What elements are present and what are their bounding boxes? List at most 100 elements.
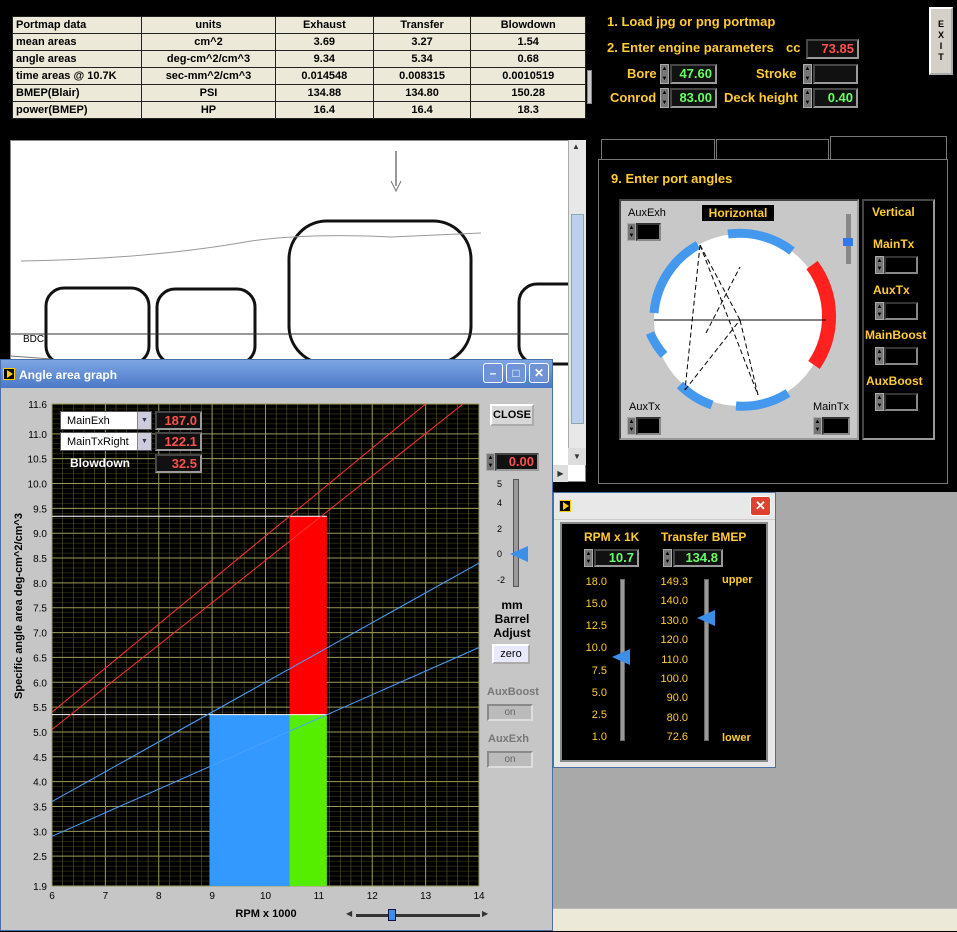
table-cell: 16.4 xyxy=(275,101,374,119)
slider-right-arrow[interactable]: ▶ xyxy=(482,909,492,918)
bottom-slider-track[interactable] xyxy=(356,914,480,917)
v-auxtx-field[interactable] xyxy=(884,302,918,320)
cc-field[interactable]: 73.85 xyxy=(806,39,859,59)
rpm-spinner[interactable]: ▲ ▼ xyxy=(584,549,593,567)
bore-field[interactable]: 47.60 xyxy=(670,64,717,84)
angle-graph-titlebar[interactable]: Angle area graph xyxy=(1,360,552,388)
v-maintx-spinner[interactable]: ▲ ▼ xyxy=(875,256,884,274)
x-tick-label: 14 xyxy=(473,891,485,902)
v-auxboost-field[interactable] xyxy=(884,393,918,411)
scale-tick-label: 7.5 xyxy=(591,664,607,677)
series2-select[interactable]: MainTxRight ▼ xyxy=(60,432,152,451)
auxboost-toggle[interactable]: on xyxy=(487,704,533,721)
stroke-spinner[interactable]: ▲ ▼ xyxy=(803,64,812,84)
conrod-field[interactable]: 83.00 xyxy=(670,88,717,108)
rpm-window-titlebar[interactable]: ✕ xyxy=(554,493,775,520)
table-scrollbar[interactable] xyxy=(587,70,592,104)
maintx-spinner[interactable]: ▲ ▼ xyxy=(813,417,822,435)
close-icon[interactable]: ✕ xyxy=(750,496,771,516)
auxtx-label: AuxTx xyxy=(629,401,661,413)
scroll-down-arrow[interactable]: ▼ xyxy=(568,448,586,465)
port-outline xyxy=(155,287,257,366)
series1-select[interactable]: MainExh ▼ xyxy=(60,411,152,430)
close-button[interactable]: CLOSE xyxy=(490,404,534,426)
x-tick-label: 7 xyxy=(103,891,109,902)
zero-button[interactable]: zero xyxy=(492,644,530,664)
bottom-slider-thumb[interactable] xyxy=(388,909,397,921)
maximize-icon[interactable]: □ xyxy=(506,363,526,383)
power-unit-select[interactable]: HP xyxy=(141,101,276,119)
deck-spinner[interactable]: ▲ ▼ xyxy=(803,88,812,108)
bmep-slider-thumb[interactable] xyxy=(697,610,715,626)
table-cell: 16.4 xyxy=(372,101,472,119)
auxtx-angle-field[interactable] xyxy=(636,417,661,435)
y-tick-label: 3.5 xyxy=(33,802,47,813)
y-tick-label: 5.0 xyxy=(33,728,47,739)
v-auxtx-spinner[interactable]: ▲ ▼ xyxy=(875,302,884,320)
exit-button[interactable]: EXIT xyxy=(929,7,953,75)
auxexh-spinner[interactable]: ▲ ▼ xyxy=(627,223,636,241)
maintx-angle-field[interactable] xyxy=(822,417,850,435)
bmep-slider-track[interactable] xyxy=(704,579,709,741)
horizontal-slider-thumb[interactable] xyxy=(843,238,853,246)
stroke-field[interactable] xyxy=(813,64,858,84)
auxexh-label-graph: AuxExh xyxy=(488,733,529,745)
table-cell: cm^2 xyxy=(141,33,276,51)
minimize-icon[interactable]: – xyxy=(483,363,503,383)
rpm-slider-thumb[interactable] xyxy=(612,648,630,665)
barrel-spinner[interactable]: ▲ ▼ xyxy=(486,453,495,471)
y-tick-label: 6.0 xyxy=(33,678,47,689)
table-cell: BMEP(Blair) xyxy=(12,84,142,102)
deck-height-label: Deck height xyxy=(724,90,798,105)
rpm-field[interactable]: 10.7 xyxy=(594,549,639,567)
barrel-adjust-label: mm Barrel Adjust xyxy=(490,598,534,640)
auxexh-toggle[interactable]: on xyxy=(487,751,533,768)
v-maintx-label: MainTx xyxy=(873,237,915,251)
conrod-spinner[interactable]: ▲ ▼ xyxy=(660,88,669,108)
barrel-adjust-field[interactable]: 0.00 xyxy=(495,453,539,471)
table-cell: 134.88 xyxy=(275,84,374,102)
table-cell: 3.69 xyxy=(275,33,374,51)
barrel-slider-track[interactable] xyxy=(513,479,519,587)
table-cell: power(BMEP) xyxy=(12,101,142,119)
scroll-right-arrow[interactable]: ▶ xyxy=(553,465,568,482)
barrel-slider-thumb[interactable] xyxy=(510,546,528,562)
scale-tick-label: 1.0 xyxy=(591,731,607,743)
step1-load-portmap[interactable]: 1. Load jpg or png portmap xyxy=(607,14,775,29)
v-auxboost-spinner[interactable]: ▲ ▼ xyxy=(875,393,884,411)
scale-tick-label: 90.0 xyxy=(666,692,688,705)
bore-spinner[interactable]: ▲ ▼ xyxy=(660,64,669,84)
table-header: Portmap data xyxy=(12,16,142,34)
scale-tick-label: 140.0 xyxy=(660,595,688,608)
auxtx-spinner[interactable]: ▲ ▼ xyxy=(627,417,636,435)
bmep-unit-select[interactable]: PSI xyxy=(141,84,276,102)
scale-tick-label: 12.5 xyxy=(585,620,607,633)
deck-height-field[interactable]: 0.40 xyxy=(813,88,858,108)
bore-label: Bore xyxy=(627,66,657,81)
exit-letter: I xyxy=(939,41,943,51)
v-mainboost-field[interactable] xyxy=(884,347,918,365)
table-cell: 0.014548 xyxy=(275,67,374,85)
app-icon xyxy=(3,368,15,380)
table-row: angle areas deg-cm^2/cm^3 9.34 5.34 0.68 xyxy=(12,50,586,68)
table-cell: sec-mm^2/cm^3 xyxy=(141,67,276,85)
table-cell: 150.28 xyxy=(470,84,586,102)
port-circle-diagram xyxy=(645,228,837,411)
v-auxtx-label: AuxTx xyxy=(873,283,910,297)
table-cell: angle areas xyxy=(12,50,142,68)
transfer-bmep-label: Transfer BMEP xyxy=(661,530,747,544)
y-axis-title: Specific angle area deg-cm^2/cm^3 xyxy=(13,513,25,699)
exit-letter: E xyxy=(937,19,944,29)
v-maintx-field[interactable] xyxy=(884,256,918,274)
chevron-down-icon[interactable]: ▼ xyxy=(137,433,151,450)
rpm-bmep-window: ✕ RPM x 1K Transfer BMEP ▲ ▼ 10.7 ▲ ▼ 134.… xyxy=(553,492,776,768)
upper-label: upper xyxy=(722,574,753,586)
bmep-spinner[interactable]: ▲ ▼ xyxy=(663,549,672,567)
v-mainboost-spinner[interactable]: ▲ ▼ xyxy=(875,347,884,365)
close-icon[interactable]: ✕ xyxy=(529,363,549,383)
sketch-vertical-scrollbar[interactable]: ▲ xyxy=(568,140,586,465)
scale-tick-label: 110.0 xyxy=(661,653,688,666)
bmep-field[interactable]: 134.8 xyxy=(673,549,723,567)
chevron-down-icon[interactable]: ▼ xyxy=(137,412,151,429)
slider-left-arrow[interactable]: ◀ xyxy=(346,909,356,918)
